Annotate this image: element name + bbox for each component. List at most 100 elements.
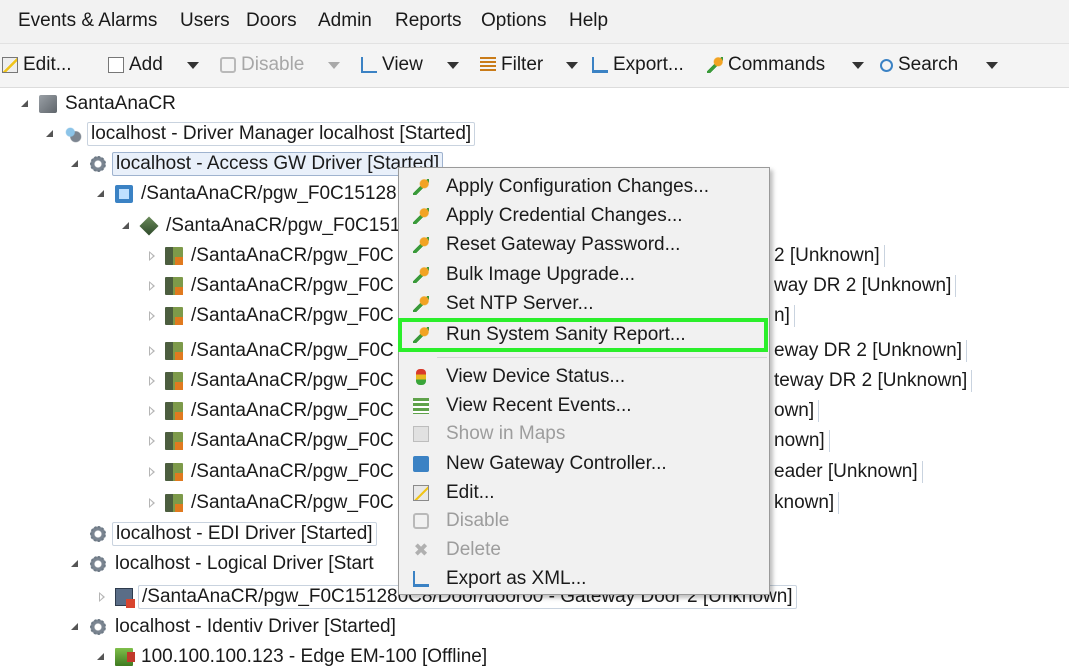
menu-item-bulk-image-upgrade[interactable]: Bulk Image Upgrade... (399, 260, 769, 289)
menu-item-apply-configuration-changes[interactable]: Apply Configuration Changes... (399, 172, 769, 201)
menu-item-new-gateway-controller[interactable]: New Gateway Controller... (399, 449, 769, 478)
tree-node[interactable]: 100.100.100.123 - Edge EM-100 [Offline] (96, 644, 490, 670)
menu-admin[interactable]: Admin (318, 10, 372, 32)
tree-node[interactable]: SantaAnaCR (20, 91, 179, 117)
expand-toggle-icon[interactable] (70, 621, 82, 633)
edit-button-label: Edit... (23, 54, 72, 75)
expand-toggle-icon[interactable] (146, 405, 158, 417)
export-button[interactable]: Export... (592, 53, 684, 77)
view-button-label: View (382, 54, 423, 75)
expand-toggle-icon[interactable] (146, 466, 158, 478)
tree-node[interactable]: /SantaAnaCR/pgw_F0C (146, 428, 397, 454)
reader-icon (165, 342, 183, 360)
tree-node[interactable]: localhost - Access GW Driver [Started] (70, 151, 444, 177)
menu-doors[interactable]: Doors (246, 10, 297, 32)
disable-dropdown-arrow[interactable] (327, 53, 341, 77)
delete-icon: ✖ (413, 539, 429, 560)
search-dropdown-arrow[interactable] (985, 53, 999, 77)
expand-toggle-icon[interactable] (146, 435, 158, 447)
add-dropdown-arrow[interactable] (186, 53, 200, 77)
tree-node[interactable]: localhost - Logical Driver [Start (70, 551, 377, 577)
add-icon (108, 57, 124, 73)
menu-options[interactable]: Options (481, 10, 546, 32)
tree-node[interactable]: /SantaAnaCR/pgw_F0C151 (121, 213, 403, 239)
view-button[interactable]: View (361, 53, 423, 77)
reader-icon (165, 494, 183, 512)
filter-dropdown-arrow[interactable] (565, 53, 579, 77)
menu-item-view-device-status[interactable]: View Device Status... (399, 362, 769, 391)
view-dropdown-arrow[interactable] (446, 53, 460, 77)
menu-users[interactable]: Users (180, 10, 230, 32)
menu-item-disable[interactable]: Disable (399, 506, 769, 535)
add-button-label: Add (129, 54, 163, 75)
expand-toggle-icon[interactable] (70, 558, 82, 570)
tree-node[interactable]: /SantaAnaCR/pgw_F0C (146, 459, 397, 485)
tree-node-label-tail: n] (774, 303, 795, 329)
tree-node-label-tail: eader [Unknown] (774, 459, 923, 485)
tree-node[interactable]: /SantaAnaCR/pgw_F0C (146, 338, 397, 364)
menu-item-apply-credential-changes[interactable]: Apply Credential Changes... (399, 201, 769, 230)
menu-item-run-system-sanity-report[interactable]: Run System Sanity Report... (399, 320, 769, 349)
expand-toggle-icon[interactable] (146, 280, 158, 292)
tree-node[interactable]: /SantaAnaCR/pgw_F0C (146, 303, 397, 329)
expand-toggle-icon[interactable] (70, 158, 82, 170)
expand-toggle-icon[interactable] (146, 310, 158, 322)
expand-toggle-icon[interactable] (146, 375, 158, 387)
tree-node-label-tail: known] (774, 490, 840, 516)
menu-item-reset-gateway-password[interactable]: Reset Gateway Password... (399, 230, 769, 259)
reader-icon (165, 247, 183, 265)
tree-node[interactable]: /SantaAnaCR/pgw_F0C (146, 490, 397, 516)
tree-node[interactable]: /SantaAnaCR/pgw_F0C (146, 273, 397, 299)
menu-item-delete[interactable]: ✖ Delete (399, 535, 769, 564)
expand-toggle-icon[interactable] (146, 497, 158, 509)
tree-node[interactable]: localhost - Driver Manager localhost [St… (45, 121, 476, 147)
disable-button[interactable]: Disable (220, 53, 304, 77)
expand-toggle-icon[interactable] (45, 128, 57, 140)
reader-icon (165, 372, 183, 390)
menu-item-set-ntp-server[interactable]: Set NTP Server... (399, 289, 769, 318)
menu-item-edit[interactable]: Edit... (399, 478, 769, 507)
menu-item-show-in-maps[interactable]: Show in Maps (399, 419, 769, 448)
export-button-label: Export... (613, 54, 684, 75)
tree-node-label-tail: nown] (774, 428, 830, 454)
command-icon (413, 295, 429, 312)
tree-node[interactable]: /SantaAnaCR/pgw_F0C15128 (96, 181, 400, 207)
menu-item-view-recent-events[interactable]: View Recent Events... (399, 391, 769, 420)
context-menu: Apply Configuration Changes... Apply Cre… (398, 167, 770, 595)
tree-node[interactable]: localhost - Identiv Driver [Started] (70, 614, 399, 640)
menu-separator (437, 357, 767, 358)
expand-toggle-icon[interactable] (96, 591, 108, 603)
edge-device-icon (115, 648, 135, 666)
menu-item-label: Export as XML... (446, 567, 587, 589)
filter-button-label: Filter (501, 54, 544, 75)
menu-item-export-as-xml[interactable]: Export as XML... (399, 564, 769, 593)
tree-node-label-tail: way DR 2 [Unknown] (774, 273, 957, 299)
menu-help[interactable]: Help (569, 10, 608, 32)
tree-node[interactable]: localhost - EDI Driver [Started] (89, 521, 377, 547)
add-button[interactable]: Add (108, 53, 163, 77)
tree-node-label: SantaAnaCR (65, 93, 176, 114)
menu-events-alarms[interactable]: Events & Alarms (18, 10, 157, 32)
filter-button[interactable]: Filter (480, 53, 543, 77)
expand-toggle-icon[interactable] (96, 651, 108, 663)
expand-toggle-icon[interactable] (146, 345, 158, 357)
tree-node[interactable]: /SantaAnaCR/pgw_F0C (146, 243, 397, 269)
edit-button[interactable]: Edit... (2, 53, 72, 77)
tree-node[interactable]: /SantaAnaCR/pgw_F0C (146, 398, 397, 424)
commands-button[interactable]: Commands (707, 53, 825, 77)
tree-node-label: /SantaAnaCR/pgw_F0C (191, 340, 394, 361)
toolbar: Edit... Add Disable View Filter Export..… (0, 44, 1069, 88)
menu-reports[interactable]: Reports (395, 10, 462, 32)
commands-dropdown-arrow[interactable] (851, 53, 865, 77)
tree-node[interactable]: /SantaAnaCR/pgw_F0C (146, 368, 397, 394)
search-button[interactable]: Search (880, 53, 958, 77)
expand-toggle-icon[interactable] (20, 98, 32, 110)
command-icon (413, 178, 429, 195)
expand-toggle-icon[interactable] (121, 220, 133, 232)
expand-toggle-icon[interactable] (96, 188, 108, 200)
tree-node-label: localhost - Access GW Driver [Started] (112, 152, 444, 176)
event-list-icon (413, 397, 429, 414)
command-icon (413, 326, 429, 343)
expand-toggle-icon[interactable] (146, 250, 158, 262)
menu-item-label: View Device Status... (446, 365, 626, 387)
